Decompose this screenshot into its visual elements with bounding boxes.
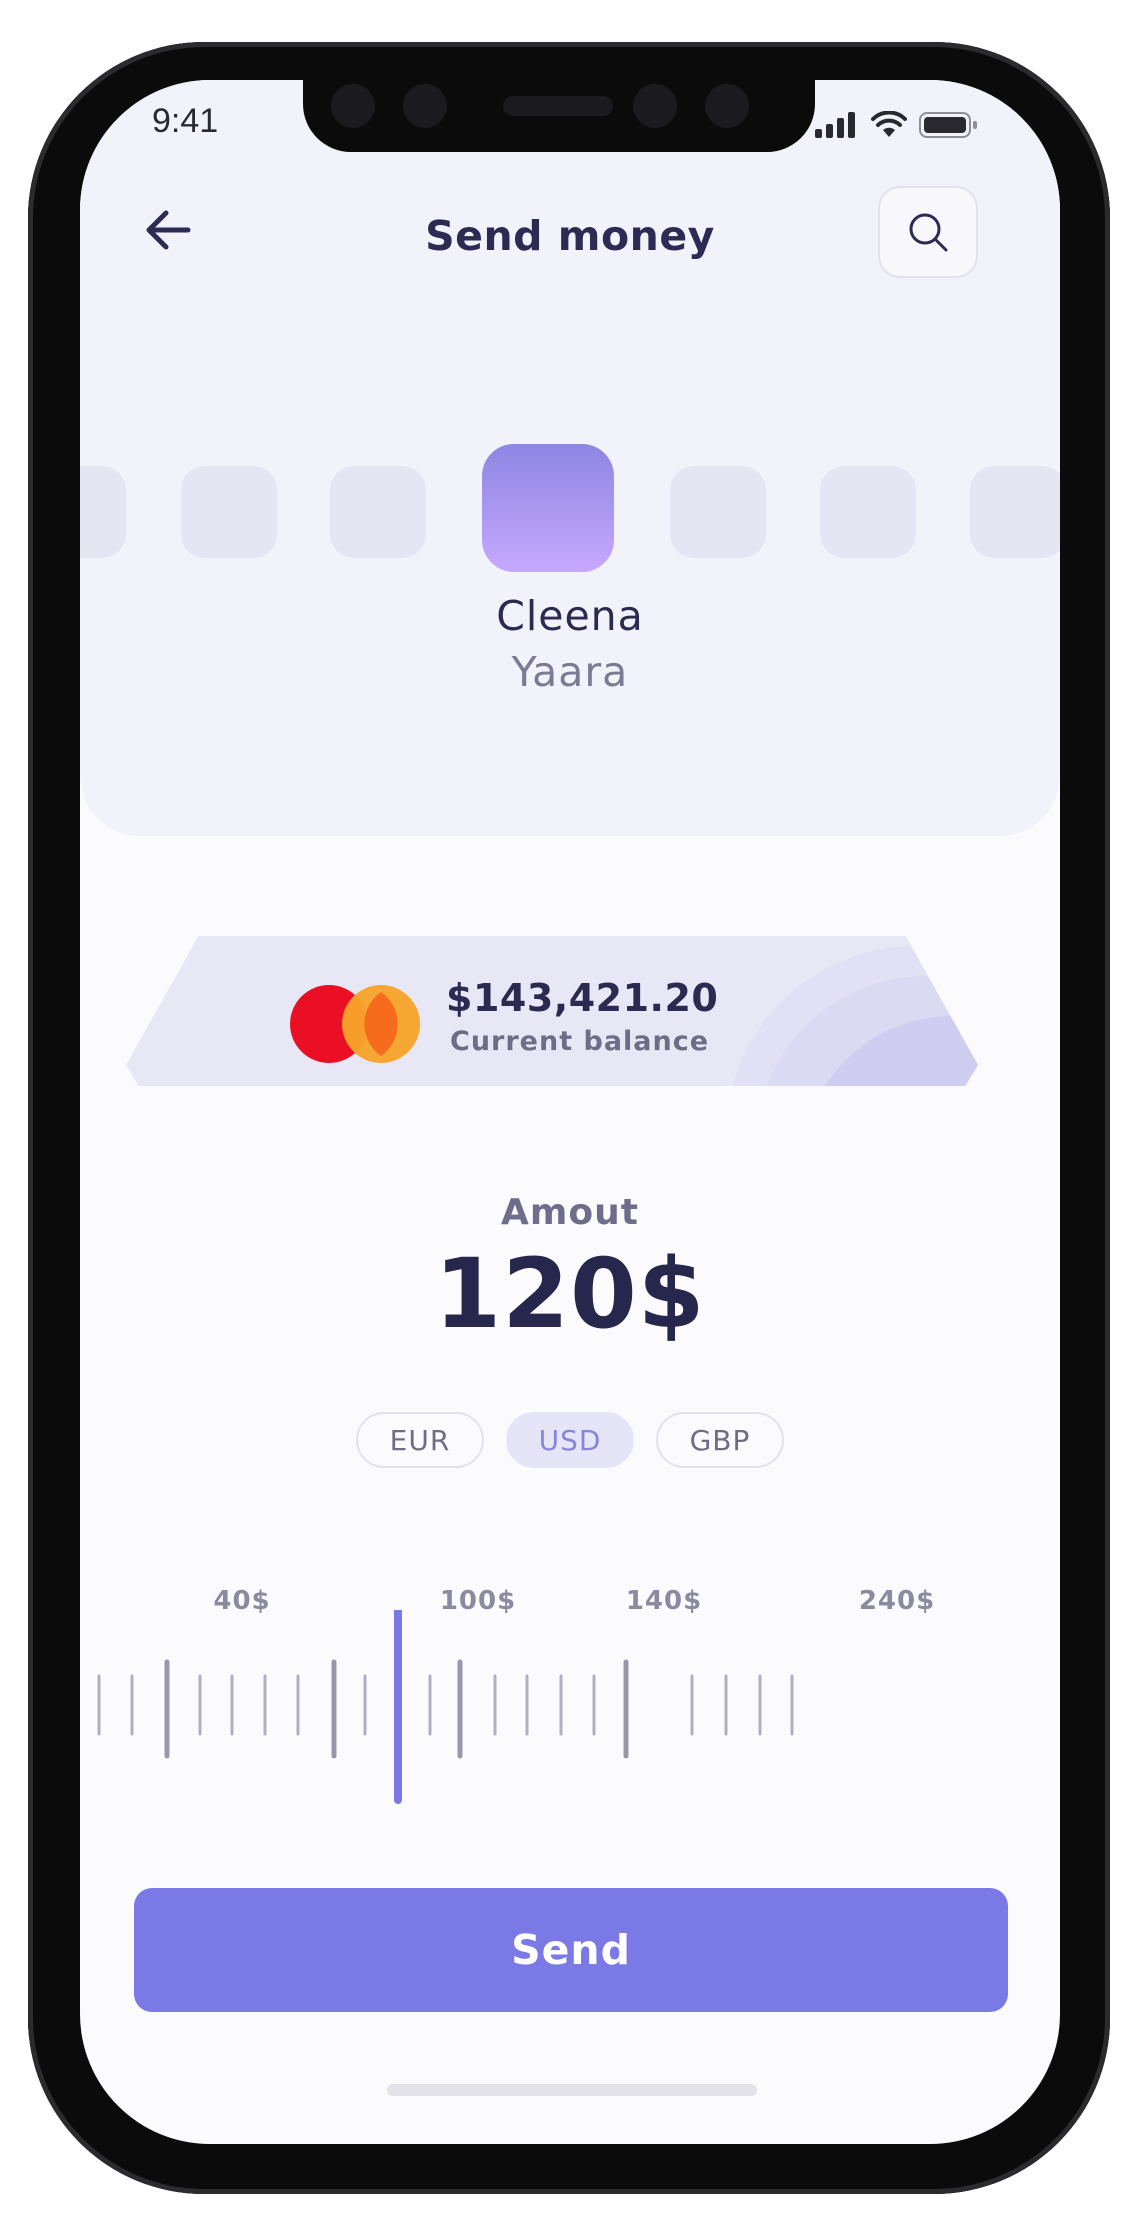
- contact-avatar[interactable]: [181, 466, 277, 558]
- signal-icon: [815, 112, 855, 138]
- notch: [303, 80, 815, 152]
- contact-avatar[interactable]: [670, 466, 766, 558]
- sensor: [403, 84, 447, 128]
- current-balance-label: Current balance: [450, 1026, 710, 1057]
- sensor: [633, 84, 677, 128]
- recipient-last-name: Yaara: [511, 648, 629, 696]
- speaker: [503, 96, 613, 116]
- amount-label: Amout: [501, 1192, 639, 1233]
- camera: [705, 84, 749, 128]
- currency-usd[interactable]: USD: [506, 1412, 634, 1468]
- wifi-icon: [871, 111, 907, 137]
- recipient-first-name: Cleena: [496, 592, 644, 640]
- contact-avatar[interactable]: [80, 466, 126, 558]
- selected-contact-avatar[interactable]: [482, 444, 614, 572]
- home-indicator: [387, 2084, 757, 2096]
- search-icon: [909, 213, 948, 252]
- contact-avatar[interactable]: [970, 466, 1060, 558]
- battery-icon: [919, 112, 977, 138]
- app-screen: 9:41 Send money Cleena Yaara $143,421.20…: [80, 80, 1060, 2144]
- amount-value: 120$: [434, 1238, 706, 1350]
- contact-avatar[interactable]: [820, 466, 916, 558]
- currency-gbp[interactable]: GBP: [656, 1412, 784, 1468]
- currency-eur[interactable]: EUR: [356, 1412, 484, 1468]
- camera: [331, 84, 375, 128]
- status-time: 9:41: [152, 102, 219, 140]
- status-icons: [815, 110, 979, 140]
- mastercard-logo-overlap: [364, 992, 398, 1056]
- amount-ruler-slider[interactable]: [80, 1610, 1060, 1850]
- search-button[interactable]: [878, 186, 978, 278]
- send-button[interactable]: Send: [134, 1888, 1008, 2012]
- contact-avatar[interactable]: [330, 466, 426, 558]
- current-balance-value: $143,421.20: [446, 976, 719, 1020]
